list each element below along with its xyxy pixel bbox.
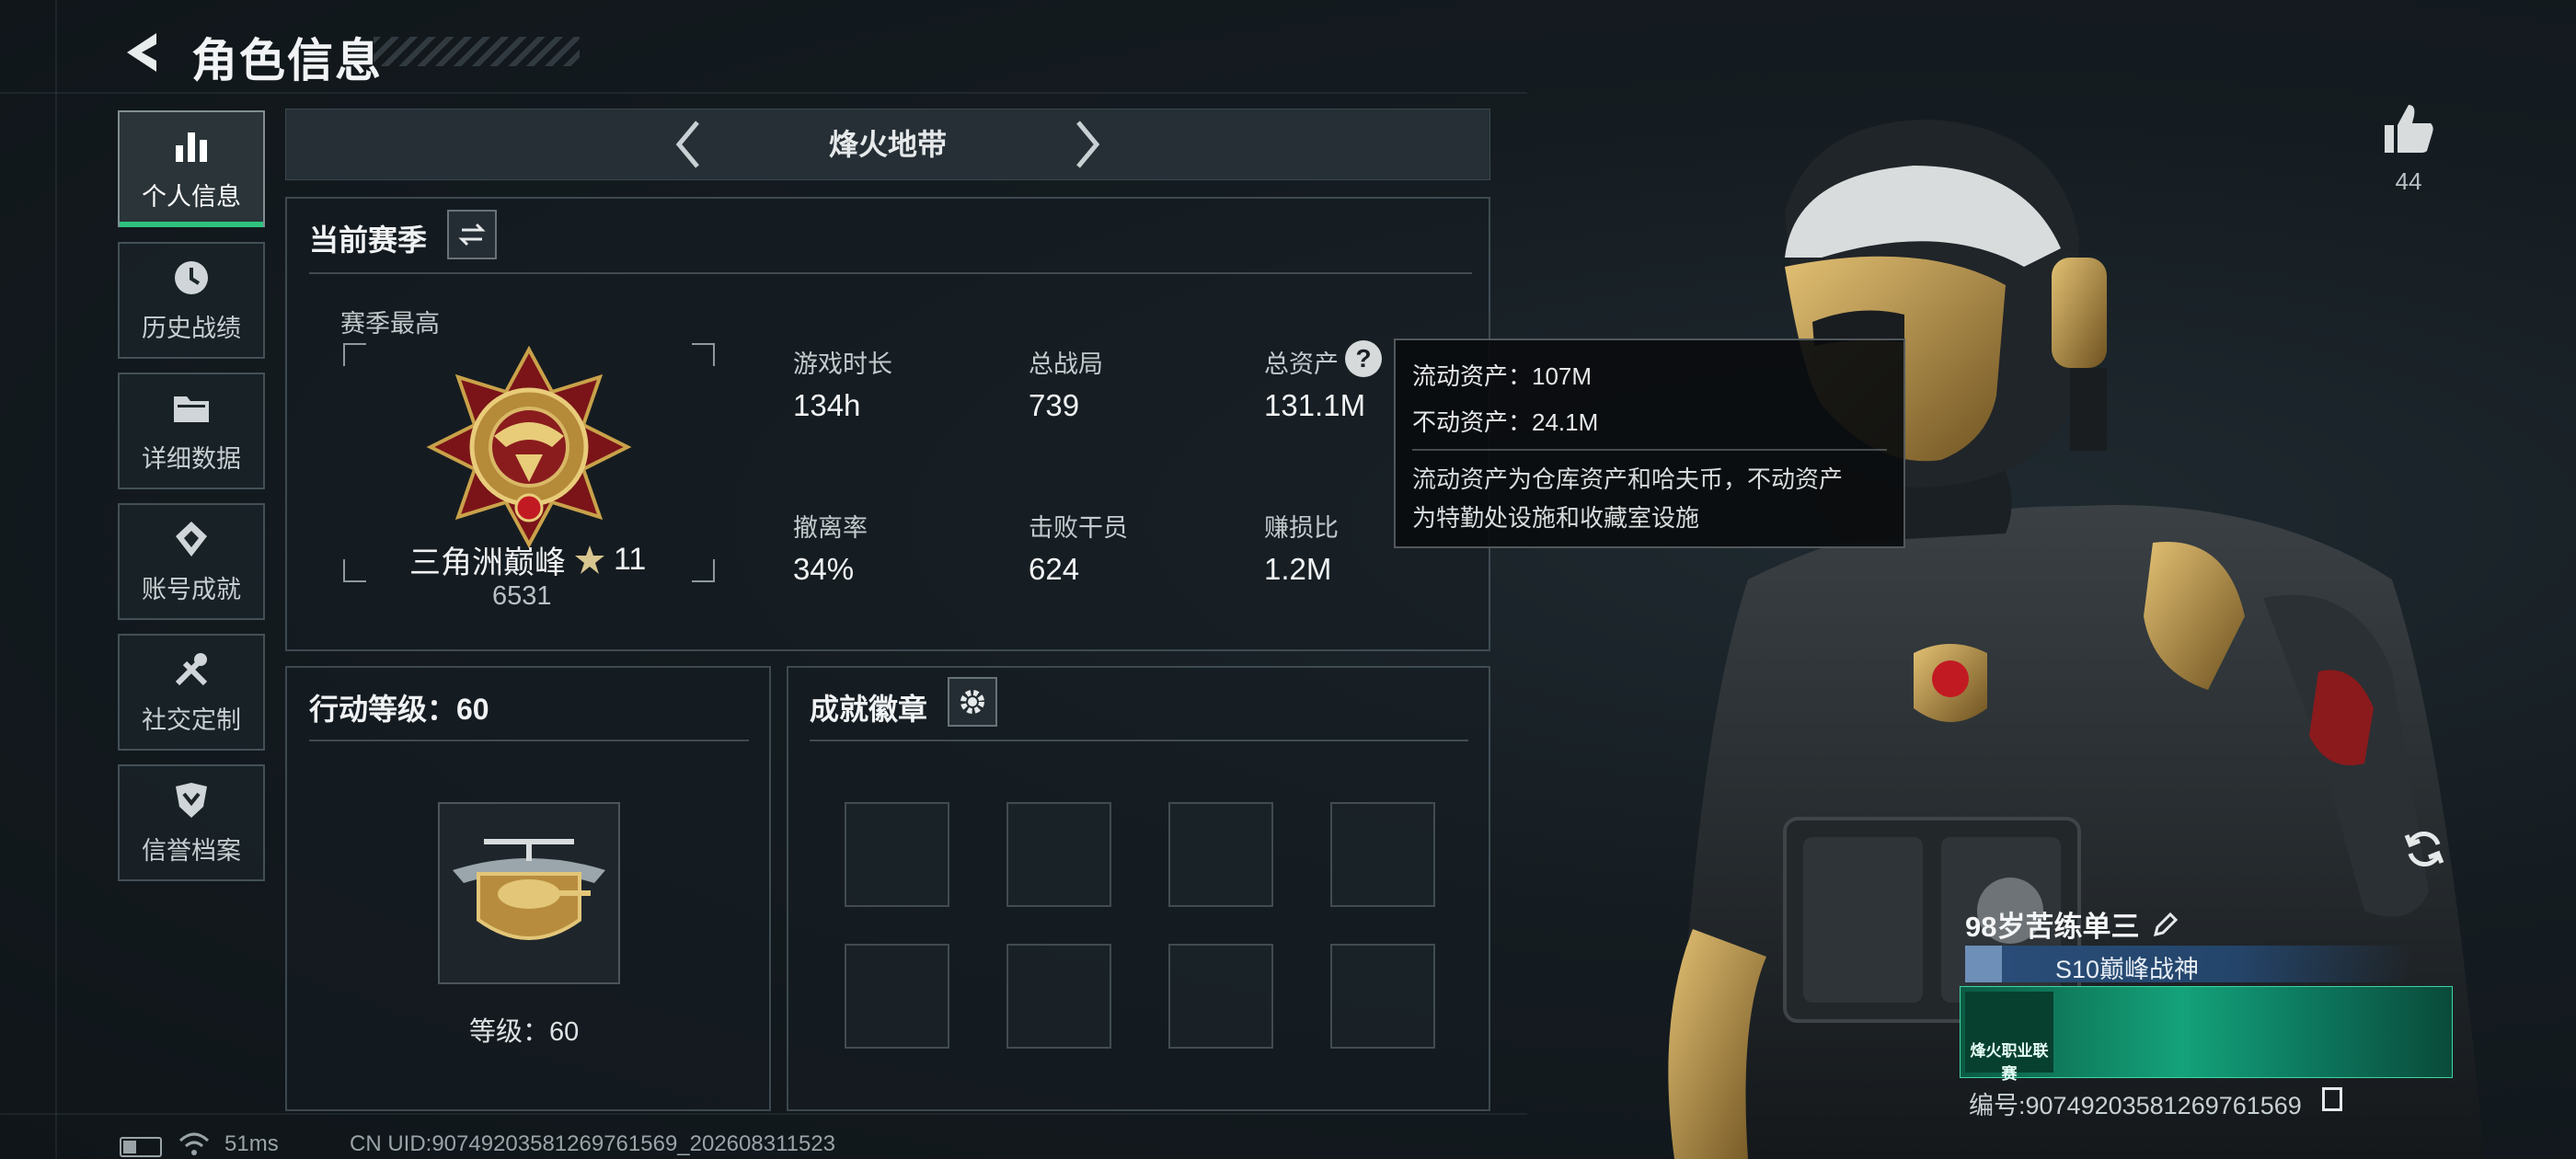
badge-slot[interactable] bbox=[1006, 944, 1111, 1049]
tooltip-description-1: 流动资产为仓库资产和哈夫币，不动资产 bbox=[1412, 465, 1844, 493]
tools-icon bbox=[175, 653, 208, 686]
stat-value-extract-rate: 34% bbox=[793, 552, 855, 586]
player-name: 98岁苦练单三 bbox=[1965, 911, 2140, 943]
stat-label-extract-rate: 撤离率 bbox=[793, 514, 868, 542]
badge-slot[interactable] bbox=[1330, 802, 1435, 907]
help-icon[interactable]: ? bbox=[1345, 340, 1382, 377]
rank-medal-icon bbox=[426, 345, 632, 548]
assets-tooltip: 流动资产：107M 不动资产：24.1M 流动资产为仓库资产和哈夫币，不动资产 … bbox=[1394, 339, 1905, 548]
stat-value-operators-defeated: 624 bbox=[1029, 552, 1080, 586]
swap-icon bbox=[458, 223, 486, 247]
nav-label: 社交定制 bbox=[142, 706, 241, 734]
nav-item-achievements[interactable]: 账号成就 bbox=[118, 503, 265, 620]
divider bbox=[309, 740, 749, 741]
badge-slot[interactable] bbox=[1006, 802, 1111, 907]
banner-text: 烽火职业联赛 bbox=[1970, 1042, 2049, 1083]
rotate-icon[interactable] bbox=[2401, 826, 2447, 872]
player-name-row: 98岁苦练单三 bbox=[1965, 903, 2179, 945]
divider bbox=[810, 740, 1468, 741]
tooltip-description-2: 为特勤处设施和收藏室设施 bbox=[1412, 504, 1700, 532]
back-arrow-icon[interactable] bbox=[120, 29, 166, 75]
bar-chart-icon bbox=[176, 132, 207, 162]
nav-label: 历史战绩 bbox=[142, 315, 241, 342]
action-level-title: 行动等级：60 bbox=[309, 693, 489, 726]
nav-label: 个人信息 bbox=[142, 183, 241, 211]
page-title: 角色信息 bbox=[191, 35, 383, 86]
achievements-title: 成就徽章 bbox=[810, 693, 928, 726]
tooltip-divider bbox=[1412, 449, 1887, 451]
nav-item-personal-info[interactable]: 个人信息 bbox=[118, 110, 265, 227]
edit-icon[interactable] bbox=[2152, 911, 2179, 938]
clock-icon bbox=[175, 261, 208, 294]
divider bbox=[309, 272, 1472, 274]
stat-label-operators-defeated: 击败干员 bbox=[1029, 514, 1128, 542]
nav-item-history[interactable]: 历史战绩 bbox=[118, 242, 265, 359]
stat-value-profit-ratio: 1.2M bbox=[1264, 552, 1332, 586]
gear-icon bbox=[960, 690, 984, 714]
player-id: 编号:9074920358126976156​9 bbox=[1969, 1092, 2302, 1119]
ping-text: 51ms bbox=[224, 1131, 279, 1156]
nav-label: 账号成就 bbox=[142, 576, 241, 603]
rank-name: 三角洲巅峰 bbox=[409, 545, 566, 580]
like-count: 44 bbox=[2395, 167, 2422, 195]
wifi-icon bbox=[178, 1132, 210, 1155]
battery-icon bbox=[120, 1137, 162, 1157]
nav-item-reputation[interactable]: 信誉档案 bbox=[118, 764, 265, 881]
mode-title: 烽火地带 bbox=[828, 128, 947, 161]
title-decoration bbox=[374, 37, 580, 66]
stat-value-matches: 739 bbox=[1029, 388, 1080, 422]
title-emblem-icon bbox=[1965, 946, 2002, 982]
rank-score: 6531 bbox=[492, 581, 552, 611]
nav-item-detailed-data[interactable]: 详细数据 bbox=[118, 373, 265, 489]
badge-slot[interactable] bbox=[1330, 944, 1435, 1049]
badge-slot[interactable] bbox=[845, 802, 949, 907]
rank-stars: 11 bbox=[614, 542, 647, 577]
chevron-left-icon[interactable] bbox=[670, 117, 707, 172]
player-title: S10巅峰战神 bbox=[2055, 956, 2200, 983]
uid-text: CN UID:9074920358126976156​9_20260831152… bbox=[350, 1131, 836, 1156]
copy-icon[interactable] bbox=[2322, 1087, 2342, 1111]
star-icon bbox=[575, 545, 604, 574]
stat-label-total-assets: 总资产 bbox=[1264, 350, 1339, 378]
season-best-label: 赛季最高 bbox=[340, 310, 440, 338]
nav-item-social[interactable]: 社交定制 bbox=[118, 634, 265, 751]
stat-label-playtime: 游戏时长 bbox=[793, 350, 892, 378]
chevron-right-icon[interactable] bbox=[1069, 117, 1106, 172]
thumbs-up-icon[interactable] bbox=[2381, 101, 2436, 156]
stat-value-total-assets: 131.1M bbox=[1264, 388, 1366, 422]
badge-slot[interactable] bbox=[845, 944, 949, 1049]
tooltip-fixed-assets: 不动资产：24.1M bbox=[1412, 408, 1599, 436]
folder-icon bbox=[174, 396, 209, 422]
season-panel-title: 当前赛季 bbox=[309, 224, 428, 257]
stat-label-matches: 总战局 bbox=[1029, 350, 1103, 378]
stat-value-playtime: 134h bbox=[793, 388, 861, 422]
shield-icon bbox=[176, 783, 207, 818]
swap-season-button[interactable] bbox=[447, 210, 497, 259]
tooltip-liquid-assets: 流动资产：107M bbox=[1412, 362, 1593, 390]
stat-label-profit-ratio: 赚损比 bbox=[1264, 514, 1339, 542]
helicopter-badge-icon bbox=[453, 839, 605, 940]
trophy-icon bbox=[176, 522, 207, 557]
level-text: 等级：60 bbox=[469, 1017, 580, 1047]
badge-slot[interactable] bbox=[1168, 802, 1273, 907]
badge-slot[interactable] bbox=[1168, 944, 1273, 1049]
nav-label: 详细数据 bbox=[142, 445, 241, 473]
rank-name-row: 三角洲巅峰 11 bbox=[409, 537, 646, 582]
badge-settings-button[interactable] bbox=[948, 677, 997, 727]
nav-label: 信誉档案 bbox=[142, 837, 241, 865]
